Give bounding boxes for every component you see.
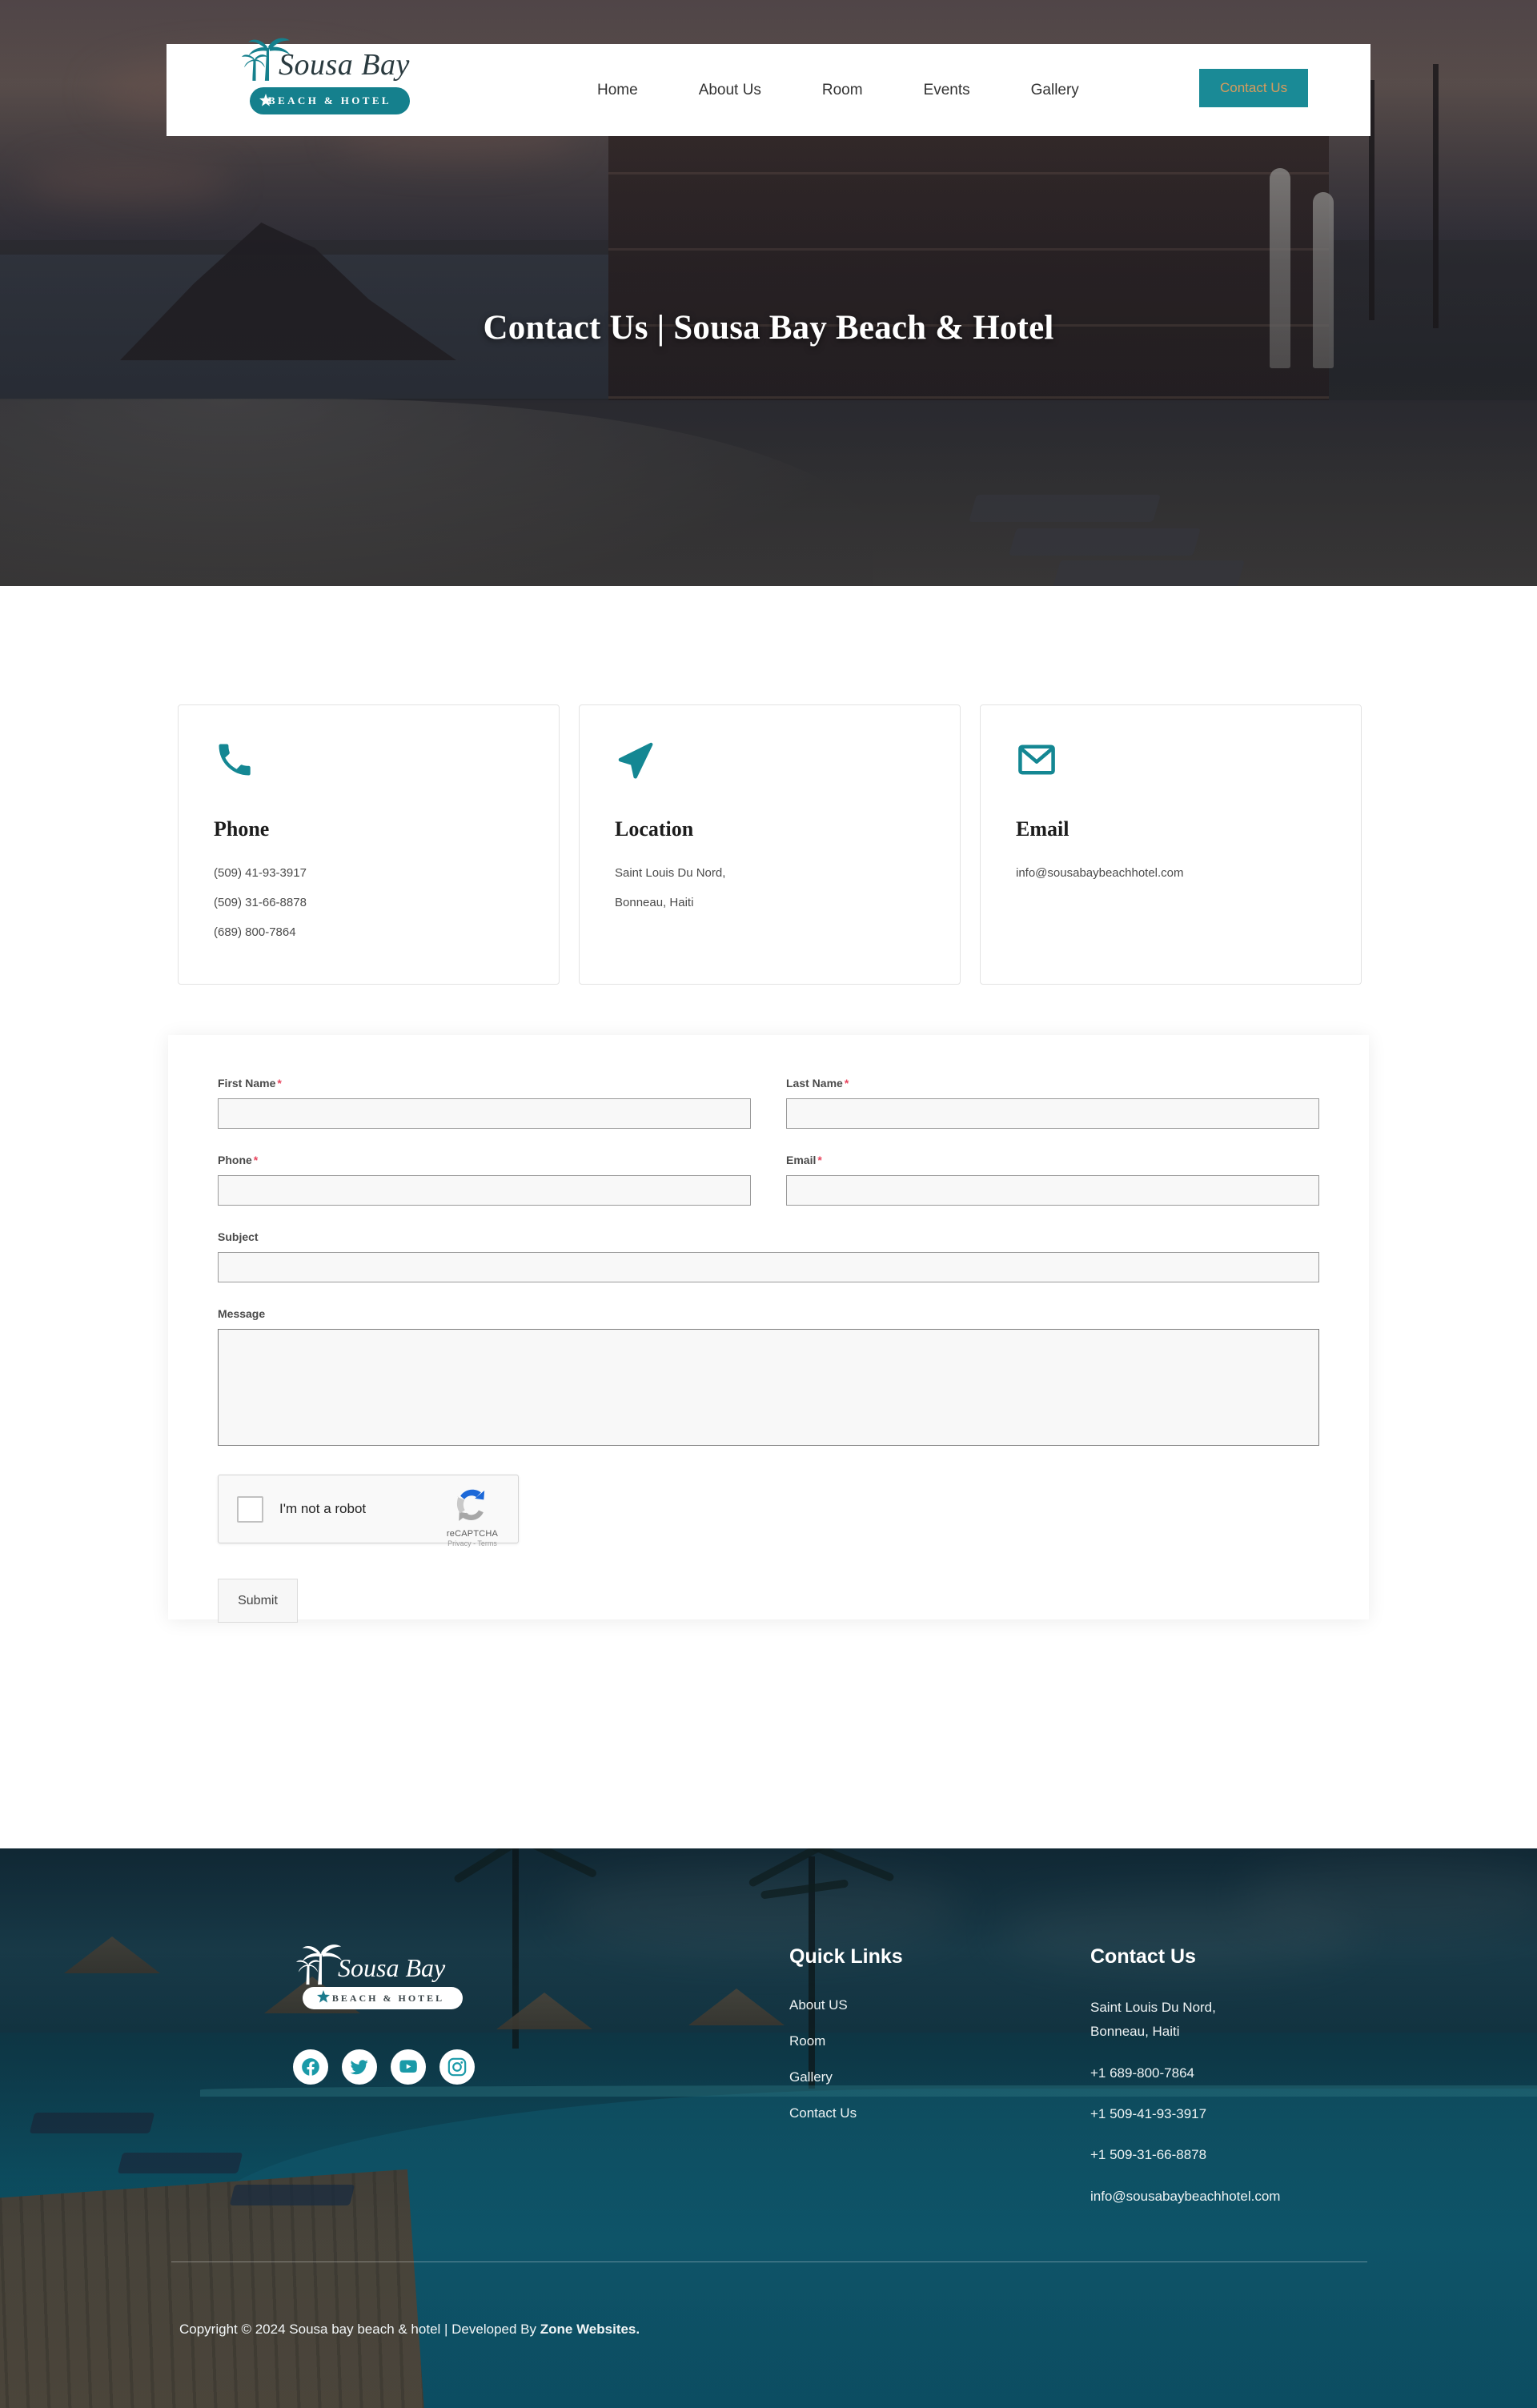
- twitter-link[interactable]: [342, 2049, 377, 2085]
- nav-item-home[interactable]: Home: [567, 82, 668, 99]
- footer-contact-column: Contact Us Saint Louis Du Nord, Bonneau,…: [1090, 1945, 1280, 2227]
- footer-email[interactable]: info@sousabaybeachhotel.com: [1090, 2186, 1280, 2207]
- footer-logo-name: Sousa Bay: [338, 1953, 446, 1982]
- quick-links-heading: Quick Links: [789, 1945, 903, 1968]
- footer-contact-heading: Contact Us: [1090, 1945, 1196, 1968]
- footer-address-line: Bonneau, Haiti: [1090, 2024, 1180, 2040]
- copyright-text: Copyright © 2024 Sousa bay beach & hotel…: [179, 2322, 540, 2337]
- nav-contact-us-button[interactable]: Contact Us: [1199, 69, 1309, 107]
- developer-name[interactable]: Zone Websites.: [540, 2322, 640, 2337]
- footer-phone[interactable]: +1 689-800-7864: [1090, 2063, 1280, 2084]
- site-header: Sousa Bay BEACH & HOTEL Home About Us Ro…: [167, 38, 1370, 136]
- nav-item-events[interactable]: Events: [893, 82, 1001, 99]
- nav-item-room[interactable]: Room: [792, 82, 893, 99]
- youtube-link[interactable]: [391, 2049, 426, 2085]
- footer-quick-links: Quick Links About US Room Gallery Contac…: [789, 1945, 903, 2141]
- footer-phone[interactable]: +1 509-31-66-8878: [1090, 2145, 1280, 2165]
- instagram-link[interactable]: [439, 2049, 475, 2085]
- logo-ribbon: BEACH & HOTEL: [250, 87, 410, 114]
- youtube-icon: [399, 2060, 417, 2073]
- footer-link-contact-us[interactable]: Contact Us: [789, 2105, 903, 2121]
- star-icon: [317, 1990, 330, 2003]
- twitter-icon: [350, 2060, 368, 2075]
- nav-item-about-us[interactable]: About Us: [668, 82, 792, 99]
- facebook-link[interactable]: [293, 2049, 328, 2085]
- social-links: [293, 2049, 475, 2085]
- logo-tagline: BEACH & HOTEL: [268, 94, 391, 106]
- footer-link-about-us[interactable]: About US: [789, 1997, 903, 2013]
- logo-name: Sousa Bay: [279, 48, 410, 82]
- footer-content: Sousa Bay BEACH & HOTEL Quick Links Abou…: [0, 0, 1537, 2408]
- footer-link-gallery[interactable]: Gallery: [789, 2069, 903, 2085]
- star-icon: [259, 94, 272, 106]
- footer-copyright: Copyright © 2024 Sousa bay beach & hotel…: [179, 2322, 640, 2338]
- footer-phone[interactable]: +1 509-41-93-3917: [1090, 2104, 1280, 2125]
- footer-logo-tagline: BEACH & HOTEL: [331, 1992, 445, 2004]
- footer-link-room[interactable]: Room: [789, 2033, 903, 2049]
- main-nav: Home About Us Room Events Gallery: [567, 44, 1110, 136]
- footer-logo[interactable]: Sousa Bay BEACH & HOTEL: [296, 1944, 512, 2009]
- header-logo[interactable]: Sousa Bay BEACH & HOTEL: [239, 30, 447, 138]
- footer-address-line: Saint Louis Du Nord,: [1090, 2000, 1216, 2015]
- nav-item-gallery[interactable]: Gallery: [1001, 82, 1110, 99]
- contact-page: Contact Us | Sousa Bay Beach & Hotel Sou…: [0, 0, 1537, 2408]
- page-title: Contact Us | Sousa Bay Beach & Hotel: [483, 309, 1054, 347]
- facebook-icon: [302, 2058, 319, 2076]
- instagram-icon: [447, 2057, 467, 2077]
